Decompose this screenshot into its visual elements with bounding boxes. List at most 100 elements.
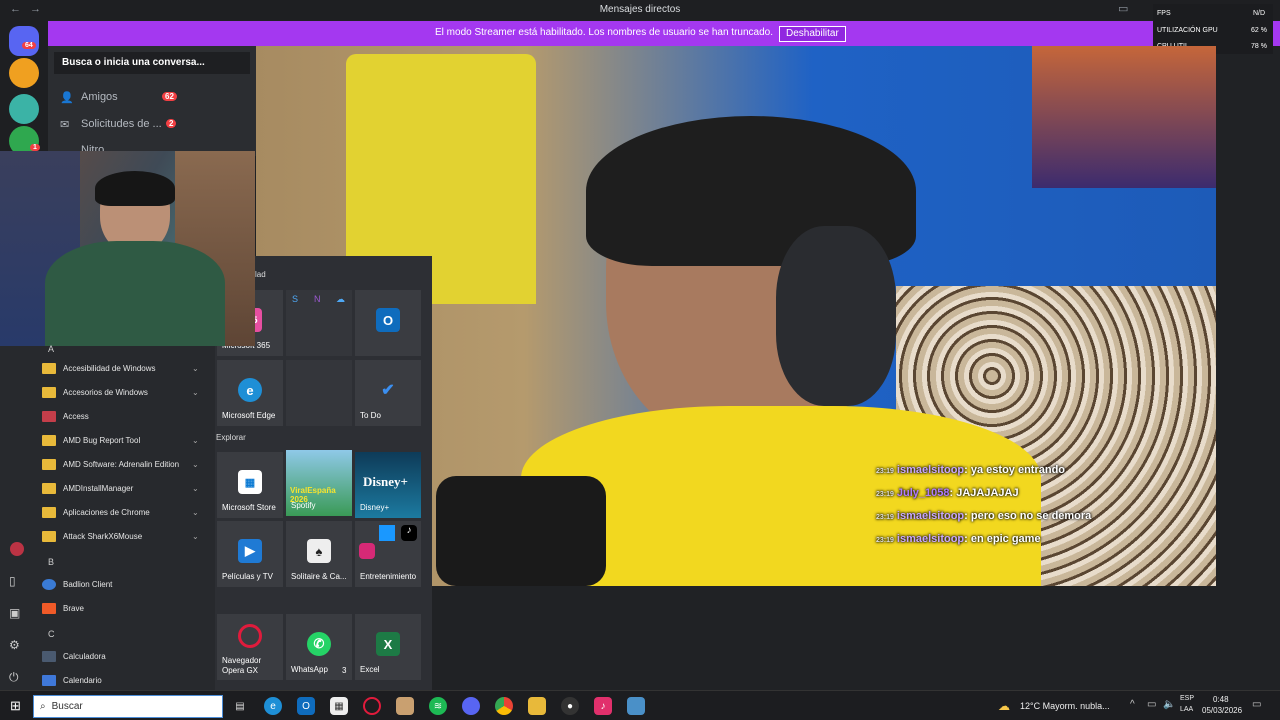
chat-line: 23:19 ismaelsitoop: ya estoy entrando (876, 464, 1066, 476)
app-list-item[interactable]: AMD Software: Adrenalin Edition ⌄ (42, 454, 199, 474)
disney-logo: Disney+ (363, 474, 408, 489)
store-taskbar-icon[interactable]: ▦ (330, 697, 348, 715)
tile-excel[interactable]: X Excel (355, 614, 421, 680)
tile-disney[interactable]: Disney+ Disney+ (355, 452, 421, 518)
taskbar-search-input[interactable]: ⌕ Buscar (33, 695, 223, 718)
folder-icon (42, 506, 56, 518)
network-icon[interactable]: ▭ (1147, 699, 1156, 710)
settings-gear-icon[interactable]: ⚙ (9, 638, 20, 652)
tile-edge[interactable]: e Microsoft Edge (217, 360, 283, 426)
tiktok-taskbar-icon[interactable]: ♪ (594, 697, 612, 715)
photos-taskbar-icon[interactable] (396, 697, 414, 715)
calendar-icon (42, 674, 56, 686)
app-list-item[interactable]: AMD Bug Report Tool ⌄ (42, 430, 199, 450)
friends-item[interactable]: Amigos (81, 91, 118, 103)
app-list-item[interactable]: Accesorios de Windows ⌄ (42, 382, 199, 402)
tile-app-group[interactable]: S N ☁ (286, 290, 352, 356)
app-list-item[interactable]: Calculadora (42, 646, 106, 666)
tile-label: Excel (360, 665, 380, 674)
fps-value: N/D (1253, 10, 1266, 17)
app-list-item[interactable]: Aplicaciones de Chrome ⌄ (42, 502, 199, 522)
tile-label: Navegador Opera GX (222, 656, 262, 675)
app-label: Calendario (63, 675, 102, 685)
windows-start-icon[interactable]: ⊞ (10, 698, 21, 714)
tile-todo[interactable]: ✔ To Do (355, 360, 421, 426)
disable-streamer-button[interactable]: Deshabilitar (779, 26, 846, 42)
requests-icon: ✉ (60, 119, 70, 131)
spotify-taskbar-icon[interactable]: ≋ (429, 697, 447, 715)
dm-search-input[interactable]: Busca o inicia una conversa... (54, 52, 250, 74)
folder-icon (42, 482, 56, 494)
task-view-icon[interactable]: ▤ (231, 697, 249, 715)
chevron-down-icon: ⌄ (192, 459, 199, 469)
chat-line: 23:19 July_1058: JAJAJAJAJ (876, 487, 1019, 499)
explore-header: Explorar (216, 433, 246, 442)
friends-badge: 62 (162, 92, 177, 101)
notifications-icon[interactable]: ▭ (1252, 699, 1261, 710)
taskbar: ⊞ ⌕ Buscar ▤ e O ▦ ≋ ● ♪ ☁ 12°C Mayorm. n… (0, 690, 1280, 720)
outlook-taskbar-icon[interactable]: O (297, 697, 315, 715)
app-list-item[interactable]: Attack SharkX6Mouse ⌄ (42, 526, 199, 546)
tile-empty (286, 360, 352, 426)
pictures-icon[interactable]: ▣ (9, 606, 20, 620)
app-list-item[interactable]: Badlion Client (42, 574, 112, 594)
app-label: Attack SharkX6Mouse (63, 531, 143, 541)
volume-icon[interactable]: 🔈 (1163, 699, 1175, 710)
chevron-down-icon: ⌄ (192, 531, 199, 541)
chat-line: 23:19 ismaelsitoop: pero eso no se demora (876, 510, 1092, 522)
tile-whatsapp[interactable]: ✆ WhatsApp 3 (286, 614, 352, 680)
discord-taskbar-icon[interactable] (462, 697, 480, 715)
app-list-item[interactable]: Access (42, 406, 89, 426)
documents-icon[interactable]: ▯ (9, 574, 16, 588)
chevron-down-icon: ⌄ (192, 435, 199, 445)
chat-username: July_1058 (896, 487, 950, 499)
obs-taskbar-icon[interactable]: ● (561, 697, 579, 715)
app-list-item[interactable]: Accesibilidad de Windows ⌄ (42, 358, 199, 378)
discord-home-icon[interactable] (9, 26, 39, 56)
weather-icon: ☁ (998, 699, 1010, 713)
headphones (776, 226, 896, 406)
webcam-overlay (0, 151, 255, 346)
app-label: Accesibilidad de Windows (63, 363, 156, 373)
app-list-item[interactable]: AMDInstallManager ⌄ (42, 478, 199, 498)
tile-entretenimiento[interactable]: ♪ Entretenimiento (355, 521, 421, 587)
pinned-header: lad (255, 270, 266, 279)
tile-microsoft-store[interactable]: ▦ Microsoft Store (217, 452, 283, 518)
requests-badge: 2 (166, 119, 177, 128)
chrome-taskbar-icon[interactable] (495, 697, 513, 715)
badlion-icon (42, 578, 56, 590)
power-icon[interactable]: ⏻ (9, 670, 19, 685)
app-list-item[interactable]: Calendario (42, 670, 102, 690)
app-taskbar-icon[interactable] (627, 697, 645, 715)
server-icon-1[interactable] (9, 58, 39, 88)
file-explorer-taskbar-icon[interactable] (528, 697, 546, 715)
server-icon-2[interactable] (9, 94, 39, 124)
tile-outlook[interactable]: O (355, 290, 421, 356)
clock-time[interactable]: 0:48 (1213, 695, 1229, 704)
tray-chevron-icon[interactable]: ^ (1130, 699, 1135, 710)
tile-spotify[interactable]: ViralEspaña 2026 Spotify (286, 450, 352, 516)
tile-solitaire[interactable]: ♠ Solitaire & Ca... (286, 521, 352, 587)
inbox-icon[interactable]: ▭ (1118, 2, 1128, 15)
cpu-value: 78 % (1251, 43, 1267, 50)
tile-label: Disney+ (360, 503, 390, 512)
prime-video-icon (379, 525, 395, 541)
weather-text[interactable]: 12°C Mayorm. nubla... (1020, 701, 1110, 711)
folder-icon (42, 434, 56, 446)
language-code[interactable]: ESP (1180, 695, 1194, 702)
edge-taskbar-icon[interactable]: e (264, 697, 282, 715)
chevron-down-icon: ⌄ (192, 483, 199, 493)
requests-item[interactable]: Solicitudes de ... (81, 118, 162, 130)
chevron-down-icon: ⌄ (192, 507, 199, 517)
instagram-icon (359, 543, 375, 559)
keyboard-layout[interactable]: LAA (1180, 706, 1193, 713)
movies-icon: ▶ (238, 539, 262, 563)
letter-header-a: A (48, 344, 55, 354)
tile-peliculas[interactable]: ▶ Películas y TV (217, 521, 283, 587)
onenote-icon: N (314, 294, 321, 304)
tile-opera-gx[interactable]: Navegador Opera GX (217, 614, 283, 680)
opera-gx-taskbar-icon[interactable] (363, 697, 381, 715)
user-avatar[interactable] (10, 542, 24, 556)
clock-date[interactable]: 05/03/2026 (1202, 706, 1242, 715)
app-list-item[interactable]: Brave (42, 598, 84, 618)
